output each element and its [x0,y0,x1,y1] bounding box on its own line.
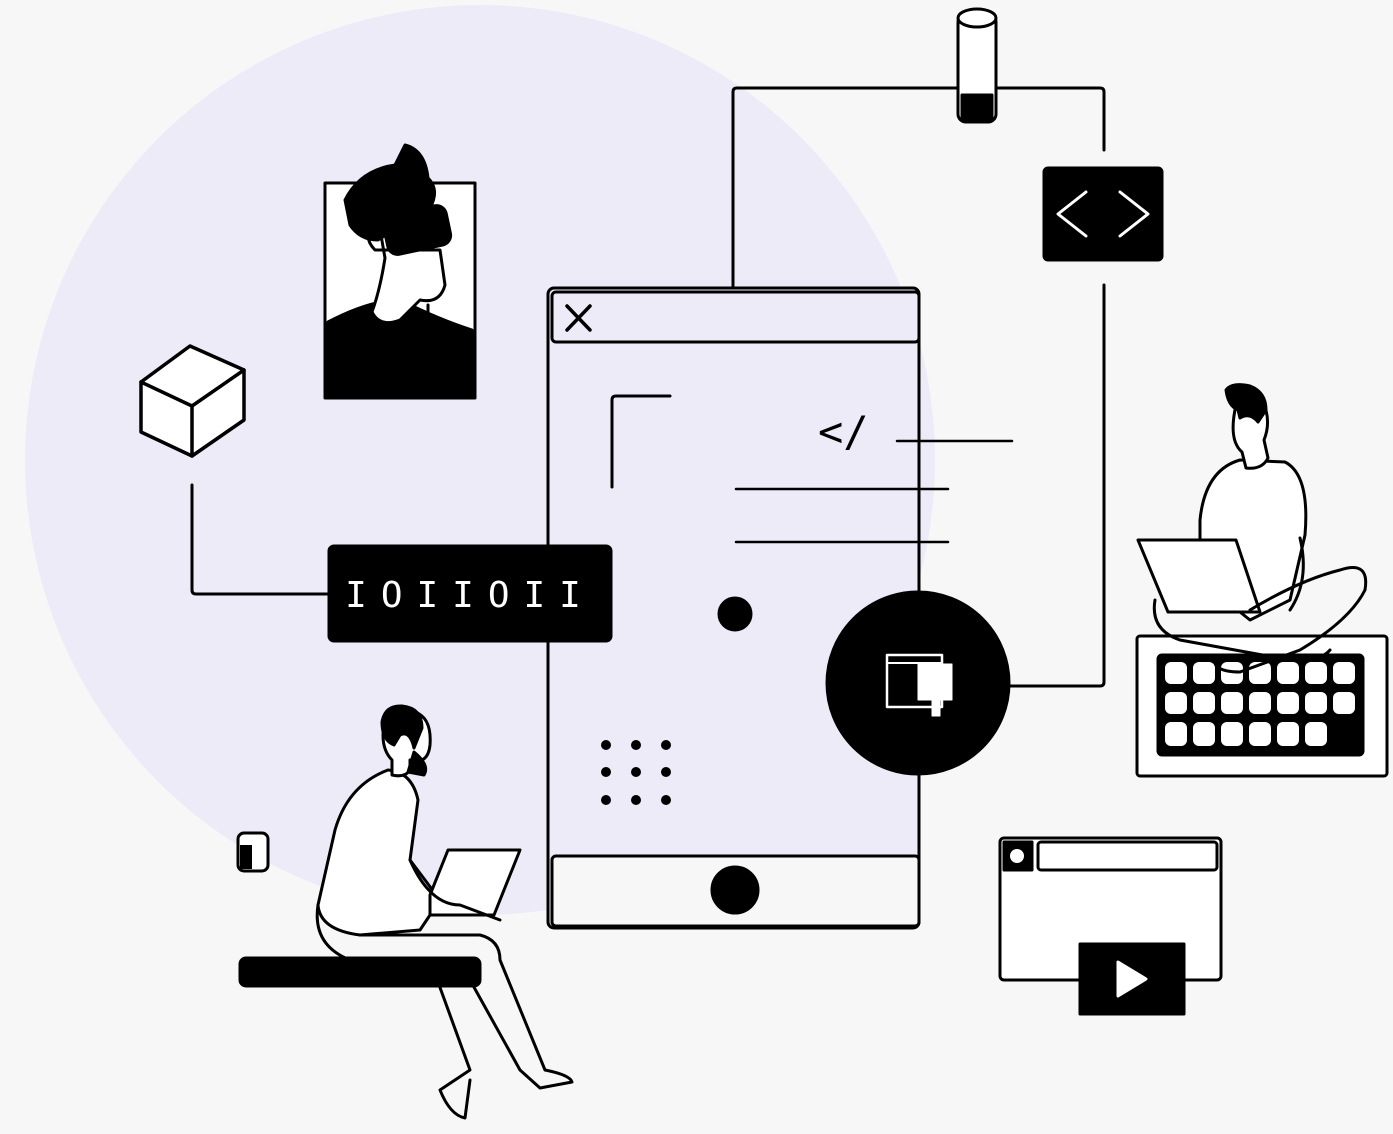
video-window [998,836,1223,1016]
person-on-keyboard [1136,383,1368,674]
code-brackets-icon [1042,166,1164,262]
developer-illustration: IOIIOII </ [25,5,1389,1120]
home-button [710,865,760,915]
code-tag-label: </ [818,407,869,456]
profile-portrait [323,143,477,400]
pin-dot [717,596,753,632]
database-icon [956,7,998,124]
bench [238,956,482,988]
design-brush-icon [825,590,1011,776]
cup-icon [236,831,270,873]
illustration-canvas: IOIIOII </ [0,0,1393,1130]
device-top-bar [550,290,921,344]
keyboard-icon [1135,634,1389,778]
binary-code-label: IOIIOII [345,575,595,616]
